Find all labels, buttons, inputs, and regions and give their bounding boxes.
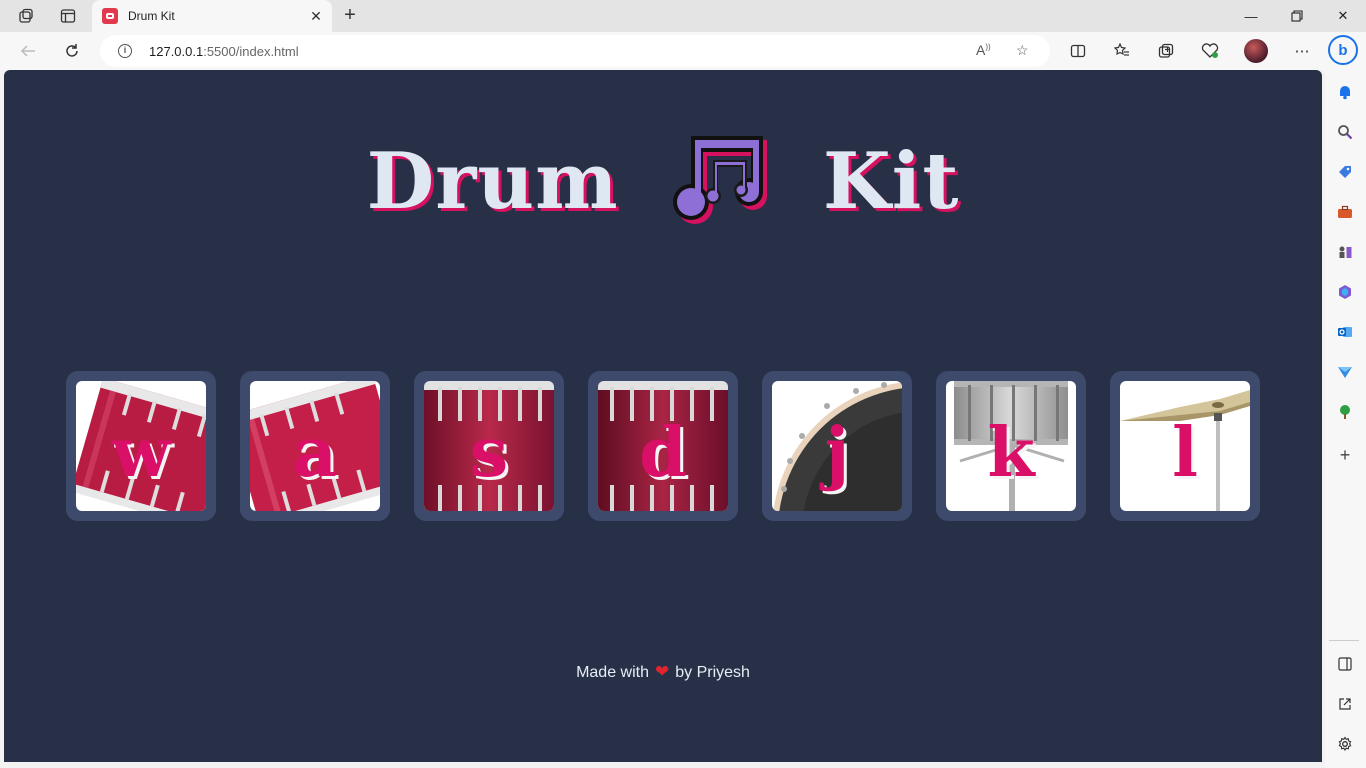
key-letter: l [1172,413,1198,493]
split-screen-icon[interactable] [1064,39,1092,63]
drum-keys: w a s d j k l [66,371,1266,521]
search-icon[interactable] [1334,121,1356,143]
drum-key-face: w [76,381,206,511]
title-word-drum: Drum [366,136,619,227]
title-word-kit: Kit [822,136,960,227]
more-options-icon[interactable]: ⋯ [1288,39,1316,63]
browser-essentials-icon[interactable] [1196,39,1224,63]
tree-icon[interactable] [1334,401,1356,423]
address-bar[interactable]: i 127.0.0.1:5500/index.html A)) ☆ [100,35,1050,67]
games-chess-icon[interactable] [1334,241,1356,263]
sidebar-divider [1329,640,1359,641]
heart-icon: ❤ [654,662,670,681]
notifications-bell-icon[interactable] [1334,81,1356,103]
settings-gear-icon[interactable] [1334,733,1356,755]
drum-key-s[interactable]: s [414,371,564,521]
read-aloud-icon[interactable]: A)) [976,42,991,58]
close-window-button[interactable]: ✕ [1320,0,1366,32]
tab-drum-kit[interactable]: Drum Kit ✕ [92,0,332,32]
drum-key-a[interactable]: a [240,371,390,521]
key-letter: a [292,413,338,493]
favorite-star-icon[interactable]: ☆ [1016,42,1029,59]
tab-strip: Drum Kit ✕ + — ✕ [0,0,1366,32]
footer-credit: Made with ❤ by Priyesh [4,662,1322,682]
collections-icon[interactable] [1152,39,1180,63]
new-tab-button[interactable]: + [338,4,362,28]
tab-favicon-icon [102,8,118,24]
close-tab-icon[interactable]: ✕ [308,8,324,24]
drum-key-d[interactable]: d [588,371,738,521]
edge-sidebar: + [1325,70,1366,768]
restore-button[interactable] [1274,0,1320,32]
drum-key-face: j [772,381,902,511]
external-link-icon[interactable] [1334,693,1356,715]
url-path: :5500/index.html [203,44,299,59]
add-sidebar-app-icon[interactable]: + [1334,444,1356,466]
key-letter: w [111,413,171,493]
drum-key-l[interactable]: l [1110,371,1260,521]
site-info-icon[interactable]: i [118,44,132,58]
tools-briefcase-icon[interactable] [1334,201,1356,223]
key-letter: k [987,413,1035,493]
key-letter: j [824,413,850,493]
footer-prefix: Made with [576,664,649,681]
drum-key-k[interactable]: k [936,371,1086,521]
page-viewport: Drum Kit w a s d j k l Made with ❤ by Pr… [4,70,1322,762]
url-host: 127.0.0.1 [149,44,204,59]
tab-actions-icon[interactable] [54,4,82,28]
music-notes-icon [672,135,767,224]
drum-key-w[interactable]: w [66,371,216,521]
drum-key-face: d [598,381,728,511]
back-icon[interactable] [14,39,42,63]
send-paper-plane-icon[interactable] [1334,361,1356,383]
page-title: Drum Kit [4,130,1322,230]
key-letter: s [469,413,509,493]
refresh-icon[interactable] [58,39,86,63]
shopping-tag-icon[interactable] [1334,161,1356,183]
tab-title: Drum Kit [128,9,175,23]
bing-copilot-icon[interactable]: b [1328,35,1358,65]
profile-avatar[interactable] [1244,39,1268,63]
drum-key-face: a [250,381,380,511]
drum-key-face: l [1120,381,1250,511]
workspaces-icon[interactable] [12,4,40,28]
drum-key-face: s [424,381,554,511]
key-letter: d [639,413,687,493]
footer-suffix: by Priyesh [675,664,750,681]
sidebar-panel-icon[interactable] [1334,653,1356,675]
minimize-button[interactable]: — [1228,0,1274,32]
drum-key-face: k [946,381,1076,511]
url-text[interactable]: 127.0.0.1:5500/index.html [149,44,299,59]
outlook-icon[interactable] [1334,321,1356,343]
microsoft-365-icon[interactable] [1334,281,1356,303]
drum-key-j[interactable]: j [762,371,912,521]
favorites-icon[interactable] [1108,39,1136,63]
navigation-bar: i 127.0.0.1:5500/index.html A)) ☆ ⋯ b [0,32,1366,70]
